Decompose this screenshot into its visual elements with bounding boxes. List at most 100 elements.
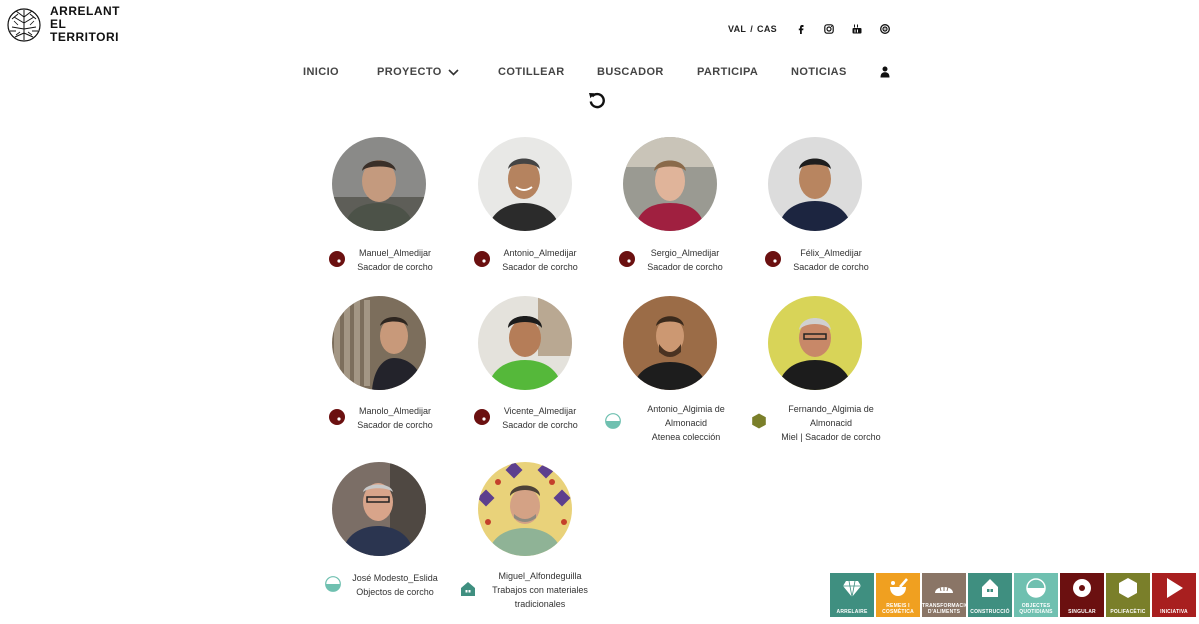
legend-arrelaire[interactable]: ARRELAIRE [830, 573, 874, 617]
legend-label-line: ARRELAIRE [836, 609, 868, 615]
legend-label: INICIATIVA [1152, 609, 1196, 615]
nav-buscador[interactable]: BUSCADOR [597, 66, 664, 78]
legend-label-line: INICIATIVA [1160, 609, 1188, 615]
singular-category-icon [474, 409, 490, 425]
nav-proyecto-label: PROYECTO [377, 66, 442, 78]
brand-line-3: TERRITORI [50, 30, 119, 44]
singular-category-icon [619, 251, 635, 267]
diamond-icon [843, 580, 861, 598]
person-location: Almonacid [664, 418, 708, 428]
person-role: Sacador de corcho [793, 262, 869, 272]
vimeo-icon[interactable] [871, 22, 899, 36]
person-role: Sacador de corcho [502, 420, 578, 430]
person-name: Manolo_Almedijar [358, 406, 432, 416]
singular-category-icon [329, 409, 345, 425]
person-info: Antonio_Almedijar Sacador de corcho [489, 246, 591, 274]
singular-category-icon [329, 251, 345, 267]
person-photo [768, 137, 862, 231]
legend-label-line: CONSTRUCCIÓ [970, 609, 1010, 615]
person-name: Fernando_Algimia de [788, 404, 874, 414]
singular-category-icon [474, 251, 490, 267]
legend-remeis[interactable]: REMEIS I COSMÈTICA [876, 573, 920, 617]
person-info: Manuel_Almedijar Sacador de corcho [344, 246, 446, 274]
person-name: José Modesto_Eslida [352, 573, 438, 583]
category-legend: ARRELAIRE REMEIS I COSMÈTICA TRANSFORMACI… [830, 573, 1198, 617]
person-photo [478, 296, 572, 390]
social-links [787, 22, 899, 36]
top-bar: VAL / CAS [728, 22, 899, 36]
legend-label: TRANSFORMACIÓ D'ALIMENTS [922, 603, 969, 615]
nav-inicio[interactable]: INICIO [303, 66, 339, 78]
person-role: Sacador de corcho [357, 420, 433, 430]
legend-transformacio[interactable]: TRANSFORMACIÓ D'ALIMENTS [922, 573, 969, 617]
person-info: Sergio_Almedijar Sacador de corcho [634, 246, 736, 274]
person-photo [768, 296, 862, 390]
person-photo [332, 462, 426, 556]
person-name: Sergio_Almedijar [650, 248, 720, 258]
legend-label: CONSTRUCCIÓ [968, 609, 1012, 615]
legend-label-line: D'ALIMENTS [927, 609, 961, 615]
person-role: Atenea colección [651, 432, 721, 442]
person-location: Almonacid [809, 418, 853, 428]
lang-cas-link[interactable]: CAS [757, 24, 777, 34]
person-name: Antonio_Algimia de [647, 404, 725, 414]
person-info: Fernando_Algimia de Almonacid Miel | Sac… [775, 402, 887, 444]
facebook-icon[interactable] [787, 22, 815, 36]
nav-cotillear[interactable]: COTILLEAR [498, 66, 565, 78]
legend-label: REMEIS I COSMÈTICA [876, 603, 920, 615]
legend-polifacetic[interactable]: POLIFACÈTIC [1106, 573, 1150, 617]
person-info: Miguel_Alfondeguilla Trabajos con materi… [484, 569, 596, 611]
person-info: Antonio_Algimia de Almonacid Atenea cole… [633, 402, 739, 444]
person-info: José Modesto_Eslida Objectos de corcho [344, 571, 446, 599]
person-photo [623, 137, 717, 231]
chevron-down-icon [448, 68, 459, 76]
objectes-category-icon [605, 413, 621, 429]
construccio-category-icon [460, 581, 476, 597]
legend-singular[interactable]: SINGULAR [1060, 573, 1104, 617]
play-icon [1167, 578, 1183, 598]
nav-noticias[interactable]: NOTICIAS [791, 66, 847, 78]
person-role: Sacador de corcho [502, 262, 578, 272]
legend-construccio[interactable]: CONSTRUCCIÓ [968, 573, 1012, 617]
legend-label: ARRELAIRE [830, 609, 874, 615]
house-icon [982, 579, 998, 597]
person-info: Félix_Almedijar Sacador de corcho [780, 246, 882, 274]
legend-objectes[interactable]: OBJECTES QUOTIDIANS [1014, 573, 1058, 617]
person-role: Sacador de corcho [647, 262, 723, 272]
legend-label-line: SINGULAR [1068, 609, 1096, 615]
tree-roots-logo-icon [7, 8, 41, 42]
mortar-icon [890, 578, 908, 596]
lang-val-link[interactable]: VAL [728, 24, 746, 34]
main-nav: INICIO PROYECTO COTILLEAR BUSCADOR PARTI… [0, 66, 1199, 80]
person-photo [623, 296, 717, 390]
instagram-icon[interactable] [815, 22, 843, 36]
person-photo [332, 296, 426, 390]
person-name: Antonio_Almedijar [503, 248, 577, 258]
half-circle-icon [1026, 578, 1046, 598]
bread-icon [935, 586, 953, 593]
dot-circle-icon [1073, 579, 1091, 597]
user-icon[interactable] [880, 66, 890, 78]
lang-separator: / [750, 24, 754, 34]
person-photo [478, 462, 572, 556]
reset-refresh-icon[interactable] [587, 90, 607, 110]
legend-label-line: COSMÈTICA [882, 609, 914, 615]
site-logo[interactable]: ARRELANT EL TERRITORI [6, 5, 120, 45]
singular-category-icon [765, 251, 781, 267]
person-name: Félix_Almedijar [800, 248, 862, 258]
person-role: Objectos de corcho [356, 587, 434, 597]
person-role: Miel | Sacador de corcho [781, 432, 881, 442]
person-info: Manolo_Almedijar Sacador de corcho [344, 404, 446, 432]
hexagon-icon [1119, 578, 1137, 598]
legend-iniciativa[interactable]: INICIATIVA [1152, 573, 1196, 617]
person-photo [332, 137, 426, 231]
nav-participa[interactable]: PARTICIPA [697, 66, 758, 78]
person-role: Sacador de corcho [357, 262, 433, 272]
objectes-category-icon [325, 576, 341, 592]
legend-label: POLIFACÈTIC [1106, 609, 1150, 615]
nav-proyecto[interactable]: PROYECTO [377, 66, 459, 78]
legend-label-line: QUOTIDIANS [1019, 609, 1053, 615]
person-name: Miguel_Alfondeguilla [498, 571, 582, 581]
youtube-icon[interactable] [843, 22, 871, 36]
person-info: Vicente_Almedijar Sacador de corcho [489, 404, 591, 432]
